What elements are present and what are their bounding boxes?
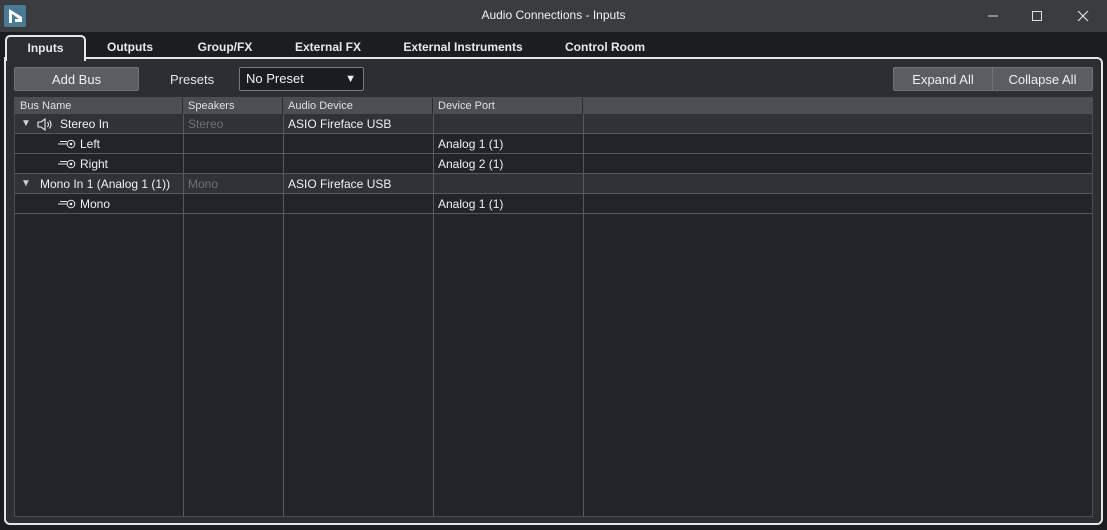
expand-all-button[interactable]: Expand All <box>893 67 993 91</box>
add-bus-button[interactable]: Add Bus <box>14 67 139 91</box>
input-port-icon <box>58 199 76 209</box>
minimize-button[interactable] <box>970 0 1016 32</box>
tab-bar: Inputs Outputs Group/FX External FX Exte… <box>0 32 1107 61</box>
channel-name[interactable]: Right <box>80 154 108 174</box>
speaker-icon <box>37 118 52 131</box>
table-row[interactable]: ▼ Mono In 1 (Analog 1 (1)) Mono ASIO Fir… <box>15 174 1092 194</box>
bus-table: Bus Name Speakers Audio Device Device Po… <box>14 97 1093 517</box>
collapse-all-button[interactable]: Collapse All <box>992 67 1093 91</box>
column-divider <box>583 114 584 516</box>
column-header-audio-device[interactable]: Audio Device <box>283 98 433 114</box>
channel-name[interactable]: Left <box>80 134 100 154</box>
table-row[interactable]: Left Analog 1 (1) <box>15 134 1092 154</box>
close-icon <box>1077 10 1089 22</box>
bus-name[interactable]: Stereo In <box>60 114 109 134</box>
table-row[interactable]: Mono Analog 1 (1) <box>15 194 1092 214</box>
column-divider <box>183 114 184 516</box>
channel-name[interactable]: Mono <box>80 194 110 214</box>
tab-group-fx[interactable]: Group/FX <box>180 36 270 59</box>
tab-inputs[interactable]: Inputs <box>5 35 86 61</box>
table-header: Bus Name Speakers Audio Device Device Po… <box>15 98 1092 114</box>
title-bar: Audio Connections - Inputs <box>0 0 1107 32</box>
preset-dropdown[interactable]: No Preset ▼ <box>239 67 364 91</box>
maximize-button[interactable] <box>1014 0 1060 32</box>
table-row[interactable]: ▼ Stereo In Stereo ASIO Fireface USB <box>15 114 1092 134</box>
table-row[interactable]: Right Analog 2 (1) <box>15 154 1092 174</box>
column-header-bus-name[interactable]: Bus Name <box>15 98 183 114</box>
column-divider <box>283 114 284 516</box>
close-button[interactable] <box>1060 0 1106 32</box>
input-port-icon <box>58 139 76 149</box>
tab-external-instruments[interactable]: External Instruments <box>390 36 536 59</box>
column-divider <box>433 114 434 516</box>
device-port-value[interactable]: Analog 2 (1) <box>438 154 503 174</box>
device-port-value[interactable]: Analog 1 (1) <box>438 134 503 154</box>
dropdown-arrow-icon: ▼ <box>345 73 356 85</box>
tab-external-fx[interactable]: External FX <box>282 36 374 59</box>
bus-name[interactable]: Mono In 1 (Analog 1 (1)) <box>40 174 170 194</box>
device-port-value[interactable]: Analog 1 (1) <box>438 194 503 214</box>
window-title: Audio Connections - Inputs <box>481 8 626 22</box>
input-port-icon <box>58 159 76 169</box>
audio-device-value[interactable]: ASIO Fireface USB <box>288 174 391 194</box>
speakers-value: Mono <box>188 177 219 191</box>
collapse-triangle-icon[interactable]: ▼ <box>21 174 31 194</box>
speakers-value: Stereo <box>188 117 224 131</box>
preset-value: No Preset <box>246 71 304 86</box>
column-header-speakers[interactable]: Speakers <box>183 98 283 114</box>
connections-panel: Add Bus Presets No Preset ▼ Expand All C… <box>4 57 1103 525</box>
tab-control-room[interactable]: Control Room <box>553 36 657 59</box>
column-header-device-port[interactable]: Device Port <box>433 98 583 114</box>
audio-device-value[interactable]: ASIO Fireface USB <box>288 114 391 134</box>
presets-label: Presets <box>170 72 215 87</box>
collapse-triangle-icon[interactable]: ▼ <box>21 114 31 134</box>
tab-outputs[interactable]: Outputs <box>92 36 168 59</box>
minimize-icon <box>988 15 998 17</box>
maximize-icon <box>1032 11 1042 21</box>
